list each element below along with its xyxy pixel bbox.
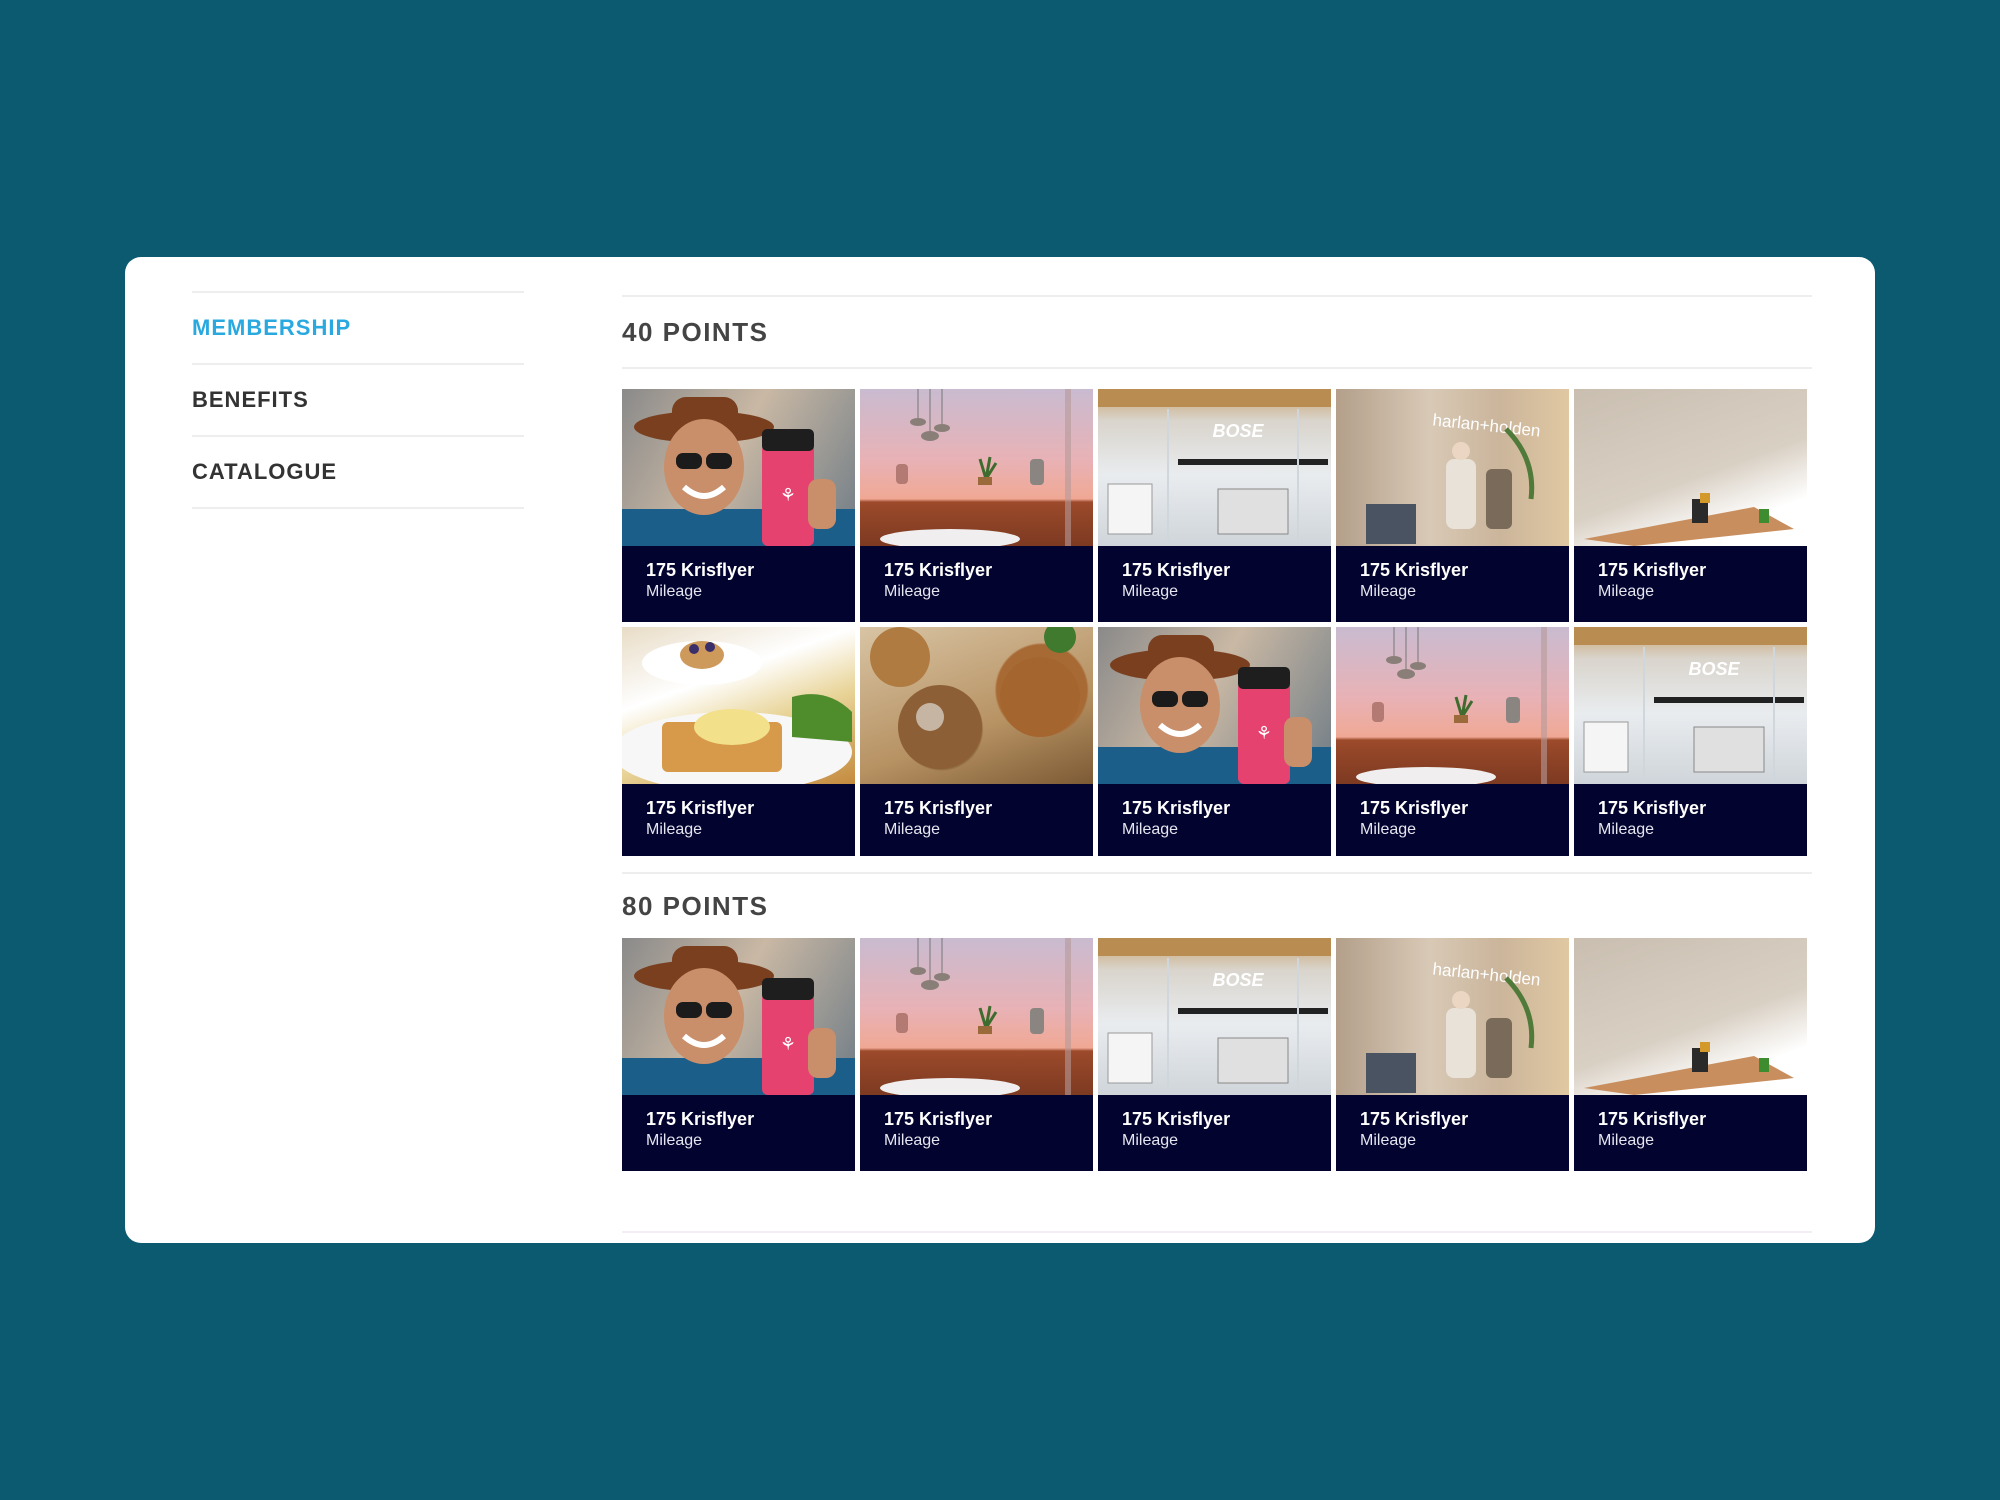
reward-title: 175 Krisflyer <box>884 798 993 818</box>
reward-image-sunset-lounge <box>1336 627 1569 784</box>
reward-subtitle: Mileage <box>884 583 941 600</box>
reward-tile[interactable]: 175 Krisflyer Mileage <box>622 627 855 856</box>
reward-subtitle: Mileage <box>1360 583 1417 600</box>
svg-text:BOSE: BOSE <box>1212 970 1264 990</box>
reward-title: 175 Krisflyer <box>1122 798 1231 818</box>
reward-subtitle: Mileage <box>1122 821 1179 838</box>
reward-label: 175 Krisflyer Mileage <box>622 1095 855 1171</box>
reward-tile[interactable]: 175 Krisflyer Mileage <box>860 627 1093 856</box>
reward-image-desk-objects <box>1574 938 1807 1095</box>
reward-subtitle: Mileage <box>646 583 703 600</box>
reward-tile[interactable]: 175 Krisflyer Mileage <box>1574 389 1807 622</box>
reward-subtitle: Mileage <box>884 821 941 838</box>
reward-image-meatballs <box>860 627 1093 784</box>
reward-label: 175 Krisflyer Mileage <box>860 1095 1093 1171</box>
reward-title: 175 Krisflyer <box>646 798 755 818</box>
reward-grid-40-points: ⚘ 175 Krisflyer Mileage 175 Krisflyer Mileag… <box>622 389 1812 856</box>
reward-subtitle: Mileage <box>646 1132 703 1149</box>
reward-image-person-with-pink-bottle: ⚘ <box>622 389 855 546</box>
reward-title: 175 Krisflyer <box>1122 1109 1231 1129</box>
reward-tile[interactable]: 175 Krisflyer Mileage <box>1336 627 1569 856</box>
reward-label: 175 Krisflyer Mileage <box>1098 784 1331 856</box>
reward-subtitle: Mileage <box>1598 583 1655 600</box>
reward-subtitle: Mileage <box>1122 583 1179 600</box>
divider <box>622 1231 1812 1233</box>
reward-label: 175 Krisflyer Mileage <box>1574 784 1807 856</box>
svg-text:BOSE: BOSE <box>1688 659 1740 679</box>
sidebar-nav: MEMBERSHIP BENEFITS CATALOGUE <box>192 291 524 509</box>
reward-label: 175 Krisflyer Mileage <box>1336 1095 1569 1171</box>
catalogue-main: 40 POINTS ⚘ 175 Krisflyer Mileage 175 Krisf… <box>622 295 1812 1233</box>
reward-title: 175 Krisflyer <box>1598 560 1707 580</box>
reward-label: 175 Krisflyer Mileage <box>1336 784 1569 856</box>
reward-subtitle: Mileage <box>1598 821 1655 838</box>
reward-label: 175 Krisflyer Mileage <box>622 546 855 622</box>
reward-tile[interactable]: 175 Krisflyer Mileage <box>860 938 1093 1171</box>
reward-label: 175 Krisflyer Mileage <box>622 784 855 856</box>
reward-label: 175 Krisflyer Mileage <box>860 784 1093 856</box>
reward-title: 175 Krisflyer <box>1598 798 1707 818</box>
reward-subtitle: Mileage <box>646 821 703 838</box>
reward-title: 175 Krisflyer <box>646 560 755 580</box>
reward-subtitle: Mileage <box>1360 821 1417 838</box>
reward-tile[interactable]: 175 Krisflyer Mileage <box>860 389 1093 622</box>
reward-image-bose-store: BOSE <box>1098 938 1331 1095</box>
reward-subtitle: Mileage <box>1360 1132 1417 1149</box>
reward-label: 175 Krisflyer Mileage <box>860 546 1093 622</box>
reward-label: 175 Krisflyer Mileage <box>1574 1095 1807 1171</box>
reward-tile[interactable]: BOSE 175 Krisflyer Mileage <box>1098 938 1331 1171</box>
reward-title: 175 Krisflyer <box>884 1109 993 1129</box>
content-card: MEMBERSHIP BENEFITS CATALOGUE 40 POINTS … <box>125 257 1875 1243</box>
reward-label: 175 Krisflyer Mileage <box>1574 546 1807 622</box>
reward-subtitle: Mileage <box>1598 1132 1655 1149</box>
reward-title: 175 Krisflyer <box>884 560 993 580</box>
sidebar-item-membership[interactable]: MEMBERSHIP <box>192 293 524 365</box>
reward-image-bose-store: BOSE <box>1574 627 1807 784</box>
reward-label: 175 Krisflyer Mileage <box>1336 546 1569 622</box>
reward-image-bose-store: BOSE <box>1098 389 1331 546</box>
reward-image-sunset-lounge <box>860 938 1093 1095</box>
reward-tile[interactable]: ⚘ 175 Krisflyer Mileage <box>1098 627 1331 856</box>
reward-tile[interactable]: ⚘ 175 Krisflyer Mileage <box>622 389 855 622</box>
reward-tile[interactable]: BOSE 175 Krisflyer Mileage <box>1574 627 1807 856</box>
svg-text:harlan+holden: harlan+holden <box>1432 959 1542 989</box>
divider <box>622 367 1812 369</box>
svg-text:harlan+holden: harlan+holden <box>1432 410 1542 440</box>
reward-image-harlan-holden-store: harlan+holden <box>1336 938 1569 1095</box>
reward-tile[interactable]: 175 Krisflyer Mileage <box>1574 938 1807 1171</box>
reward-image-desk-objects <box>1574 389 1807 546</box>
svg-text:⚘: ⚘ <box>780 1034 796 1055</box>
reward-image-waffle-plate <box>622 627 855 784</box>
svg-text:BOSE: BOSE <box>1212 421 1264 441</box>
sidebar-item-catalogue[interactable]: CATALOGUE <box>192 437 524 509</box>
reward-title: 175 Krisflyer <box>1122 560 1231 580</box>
reward-grid-80-points: ⚘ 175 Krisflyer Mileage 175 Krisflyer Mileag… <box>622 938 1812 1171</box>
reward-image-person-with-pink-bottle: ⚘ <box>622 938 855 1095</box>
sidebar-item-benefits[interactable]: BENEFITS <box>192 365 524 437</box>
reward-label: 175 Krisflyer Mileage <box>1098 1095 1331 1171</box>
reward-image-person-with-pink-bottle: ⚘ <box>1098 627 1331 784</box>
reward-title: 175 Krisflyer <box>646 1109 755 1129</box>
reward-image-sunset-lounge <box>860 389 1093 546</box>
reward-subtitle: Mileage <box>884 1132 941 1149</box>
reward-tile[interactable]: ⚘ 175 Krisflyer Mileage <box>622 938 855 1171</box>
section-title-80-points: 80 POINTS <box>622 890 769 921</box>
reward-tile[interactable]: harlan+holden 175 Krisflyer Mileage <box>1336 389 1569 622</box>
svg-text:⚘: ⚘ <box>1256 723 1272 744</box>
reward-label: 175 Krisflyer Mileage <box>1098 546 1331 622</box>
reward-tile[interactable]: BOSE 175 Krisflyer Mileage <box>1098 389 1331 622</box>
section-title-40-points: 40 POINTS <box>622 316 769 347</box>
reward-title: 175 Krisflyer <box>1360 560 1469 580</box>
reward-tile[interactable]: harlan+holden 175 Krisflyer Mileage <box>1336 938 1569 1171</box>
svg-text:⚘: ⚘ <box>780 485 796 506</box>
reward-title: 175 Krisflyer <box>1360 1109 1469 1129</box>
reward-subtitle: Mileage <box>1122 1132 1179 1149</box>
reward-title: 175 Krisflyer <box>1360 798 1469 818</box>
reward-image-harlan-holden-store: harlan+holden <box>1336 389 1569 546</box>
reward-title: 175 Krisflyer <box>1598 1109 1707 1129</box>
